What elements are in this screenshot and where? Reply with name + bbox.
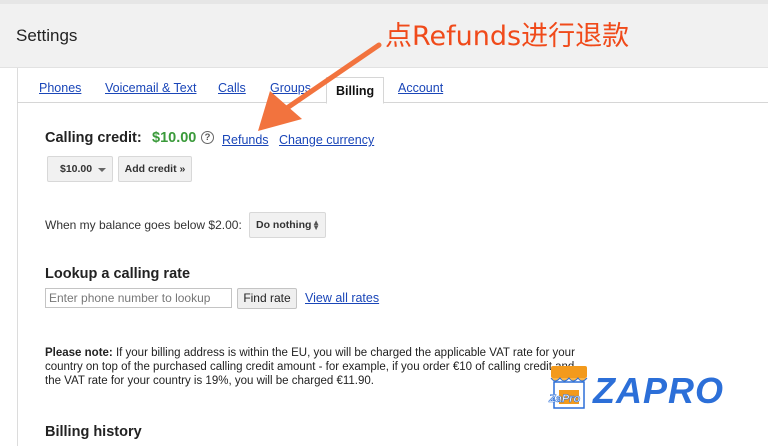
tab-phones[interactable]: Phones [39,81,81,95]
tab-groups[interactable]: Groups [270,81,311,95]
vat-note-label: Please note: [45,347,113,359]
logo-main-text: ZAPRO [593,370,724,411]
credit-amount-value: $10.00 [60,163,93,175]
balance-action-value: Do nothing [256,219,312,231]
refunds-link[interactable]: Refunds [222,133,269,147]
calling-credit-label: Calling credit: [45,130,142,146]
vat-note: Please note: If your billing address is … [45,346,585,388]
calling-credit-value: $10.00 [152,130,197,146]
find-rate-button[interactable]: Find rate [237,288,297,309]
settings-tabs: Phones Voicemail & Text Calls Groups Bil… [17,68,768,104]
phone-lookup-input[interactable] [45,288,232,308]
updown-arrows-icon: ▲ ▼ [312,218,320,232]
tab-calls[interactable]: Calls [218,81,246,95]
logo-sub-text: ZaPro [549,393,581,406]
tab-voicemail-text[interactable]: Voicemail & Text [105,81,196,95]
change-currency-link[interactable]: Change currency [279,133,374,147]
add-credit-button[interactable]: Add credit » [118,156,192,182]
help-circle-icon[interactable]: ? [201,131,214,144]
credit-amount-select[interactable]: $10.00 [47,156,113,182]
chevron-down-icon [98,168,106,172]
page-title: Settings [16,26,78,45]
tab-billing[interactable]: Billing [326,77,385,104]
vat-note-text: If your billing address is within the EU… [45,347,575,387]
billing-history-title: Billing history [45,424,142,440]
tab-account[interactable]: Account [398,81,443,95]
page-header: Settings [0,4,768,68]
balance-action-select[interactable]: Do nothing ▲ ▼ [249,212,326,238]
lookup-rate-title: Lookup a calling rate [45,266,191,282]
annotation-text: 点Refunds进行退款 [385,21,630,52]
view-all-rates-link[interactable]: View all rates [305,291,379,305]
balance-threshold-text: When my balance goes below $2.00: [45,218,242,232]
